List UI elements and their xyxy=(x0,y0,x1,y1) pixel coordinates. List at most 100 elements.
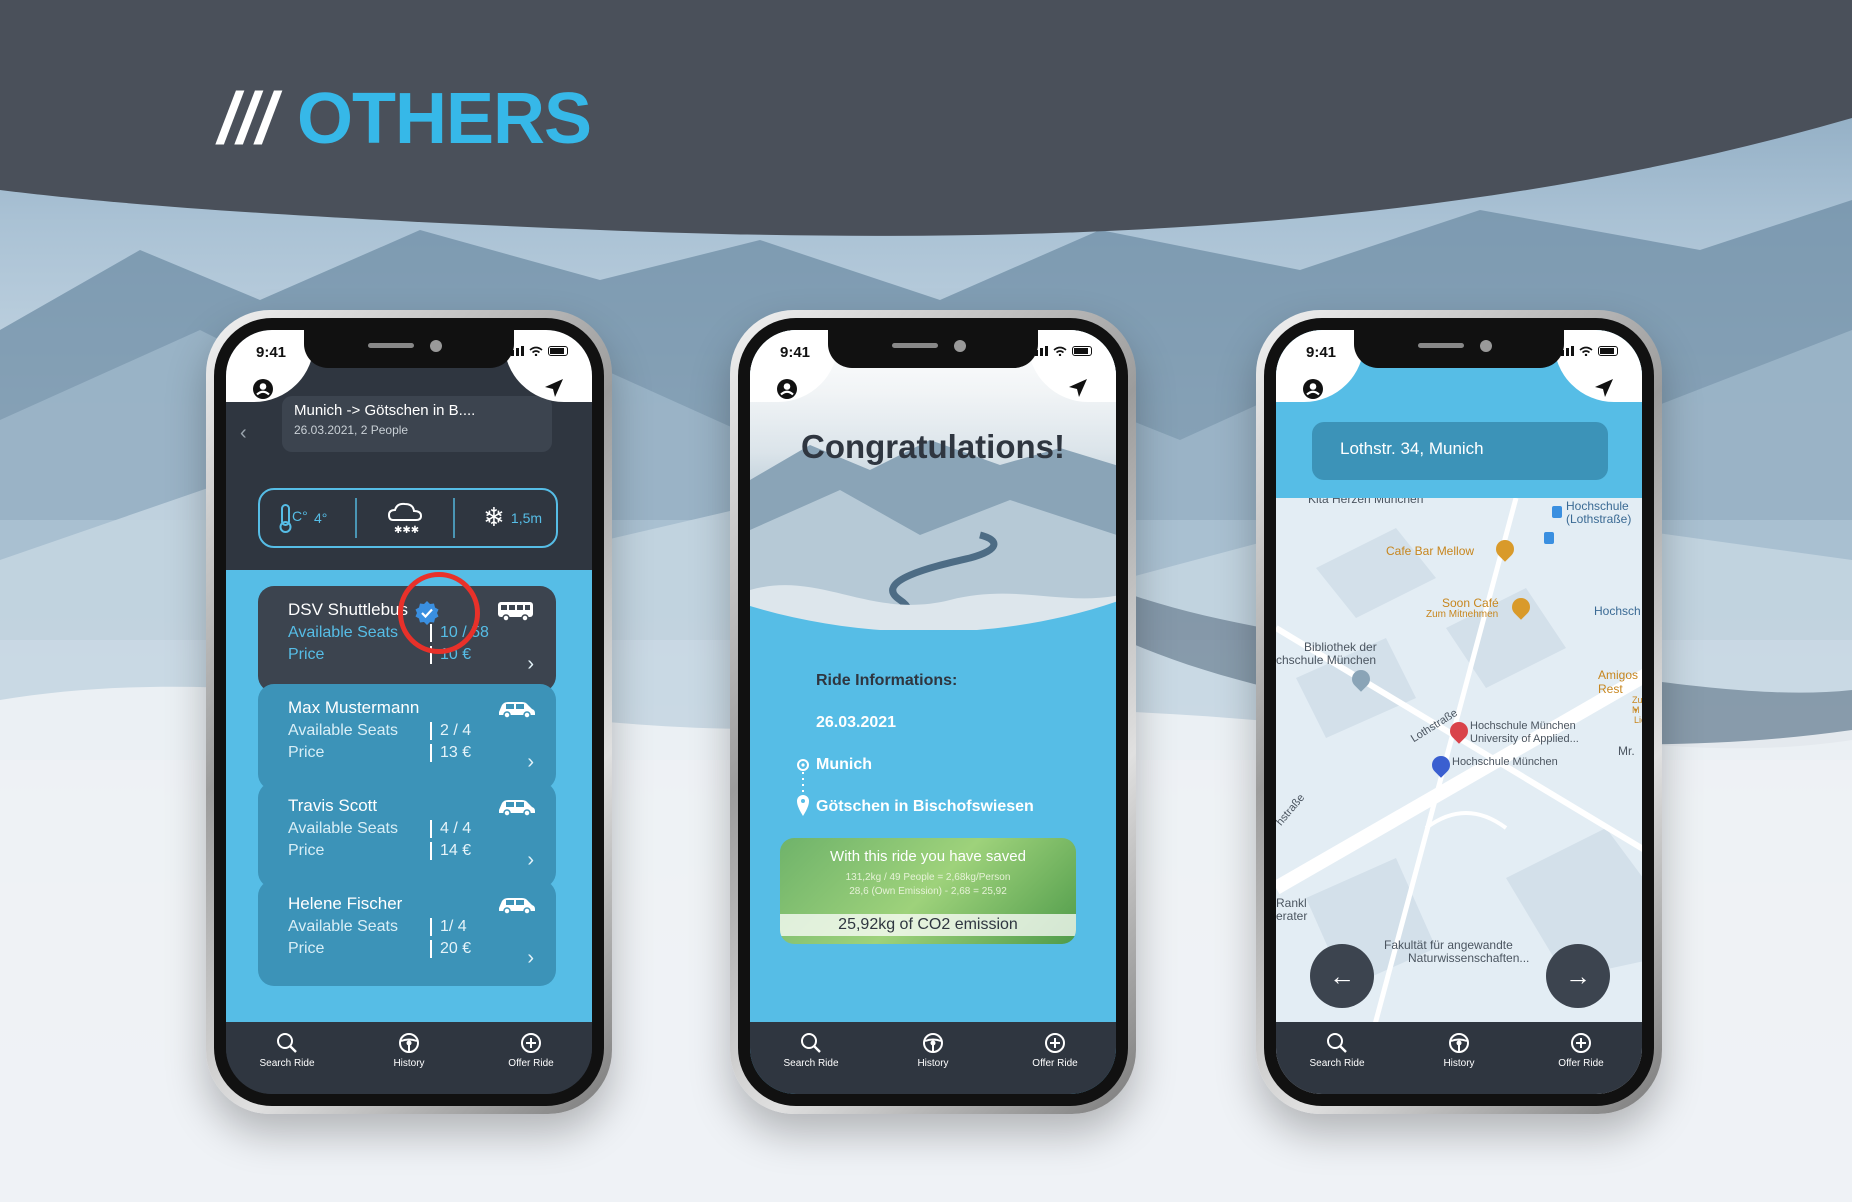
temperature-cell: C° 4° xyxy=(274,501,327,535)
user-icon[interactable] xyxy=(252,378,274,400)
route-title: Munich -> Götschen in B.... xyxy=(294,402,476,419)
status-time: 9:41 xyxy=(780,344,811,361)
map-label: Cafe Bar Mellow xyxy=(1386,544,1475,558)
tab-offer-ride[interactable]: Offer Ride xyxy=(486,1032,576,1069)
user-icon[interactable] xyxy=(1302,378,1324,400)
car-icon xyxy=(499,800,535,817)
search-icon xyxy=(1327,1033,1347,1053)
seats-value: 1/ 4 xyxy=(430,918,467,936)
navigation-arrow-icon[interactable] xyxy=(1068,378,1088,398)
ride-date: 26.03.2021 xyxy=(816,714,897,731)
tab-label: History xyxy=(1443,1058,1475,1069)
ride-card[interactable]: Travis Scott Available Seats 4 / 4 Price 1… xyxy=(258,782,556,888)
tab-search-ride[interactable]: Search Ride xyxy=(766,1032,856,1069)
tab-label: History xyxy=(393,1058,425,1069)
chevron-right-icon: › xyxy=(527,947,534,969)
tab-label: Offer Ride xyxy=(508,1058,554,1069)
notch xyxy=(828,330,1038,368)
wifi-icon xyxy=(1579,346,1593,356)
arrow-right-icon: → xyxy=(1565,960,1591,991)
ride-card[interactable]: DSV Shuttlebus Available Seats 10 / 58 Pr… xyxy=(258,572,556,692)
arrow-left-icon: ← xyxy=(1329,960,1355,991)
tab-label: Search Ride xyxy=(783,1058,839,1069)
tab-search-ride[interactable]: Search Ride xyxy=(1292,1032,1382,1069)
status-icons xyxy=(1556,346,1618,356)
status-icons xyxy=(506,346,568,356)
car-icon xyxy=(499,702,535,719)
snow-depth-cell: ❄ 1,5m xyxy=(483,503,542,533)
bus-icon xyxy=(498,602,533,622)
notch xyxy=(1354,330,1564,368)
steering-wheel-icon xyxy=(923,1033,943,1053)
price-value: 14 € xyxy=(430,842,471,860)
search-icon xyxy=(277,1033,297,1053)
plus-circle-icon xyxy=(1045,1033,1065,1053)
battery-icon xyxy=(548,346,568,356)
tab-label: Offer Ride xyxy=(1032,1058,1078,1069)
map-label: Naturwissenschaften... xyxy=(1408,951,1530,965)
tab-history[interactable]: History xyxy=(1414,1032,1504,1069)
steering-wheel-icon xyxy=(399,1033,419,1053)
ride-destination: Götschen in Bischofswiesen xyxy=(816,798,1034,815)
temperature-value: 4° xyxy=(313,510,328,526)
navigation-arrow-icon[interactable] xyxy=(1594,378,1614,398)
chevron-right-icon: › xyxy=(527,653,534,675)
phone-ride-list: 9:41 ‹ Munich -> Götschen in B.... 26.03… xyxy=(206,310,612,1114)
condition-cell: ✱✱✱ xyxy=(385,500,425,536)
snow-depth-value: 1,5m xyxy=(510,510,543,526)
wifi-icon xyxy=(1053,346,1067,356)
next-button[interactable]: → xyxy=(1546,944,1610,1008)
address-field[interactable]: Lothstr. 34, Munich xyxy=(1312,422,1608,480)
driver-name: Helene Fischer xyxy=(288,894,403,913)
price-label: Price xyxy=(288,842,325,859)
tab-bar: Search Ride History Offer Ride xyxy=(750,1022,1116,1094)
route-summary[interactable]: Munich -> Götschen in B.... 26.03.2021, … xyxy=(282,396,552,452)
driver-name: Travis Scott xyxy=(288,796,378,815)
chevron-right-icon: › xyxy=(527,751,534,773)
map-label: Kita Herzen München xyxy=(1308,498,1424,506)
chevron-right-icon: › xyxy=(527,849,534,871)
price-value: 13 € xyxy=(430,744,471,762)
ride-card[interactable]: Helene Fischer Available Seats 1/ 4 Price… xyxy=(258,880,556,986)
map-label: Hochsch xyxy=(1594,604,1641,618)
map-label: Amigos Rest xyxy=(1598,668,1639,696)
tab-label: Offer Ride xyxy=(1558,1058,1604,1069)
notch xyxy=(304,330,514,368)
panel-curve xyxy=(750,601,1116,656)
ride-card[interactable]: Max Mustermann Available Seats 2 / 4 Pric… xyxy=(258,684,556,790)
car-icon xyxy=(499,898,535,915)
map-label: Zum Mitnehmen xyxy=(1426,609,1499,620)
steering-wheel-icon xyxy=(1449,1033,1469,1053)
savings-result: 25,92kg of CO2 emission xyxy=(780,914,1076,936)
map-label: chschule München xyxy=(1276,653,1377,667)
tab-history[interactable]: History xyxy=(888,1032,978,1069)
savings-calc-line: 131,2kg / 49 People = 2,68kg/Person xyxy=(845,872,1011,883)
seats-value: 2 / 4 xyxy=(430,722,471,740)
map-label: Hochschule München xyxy=(1470,720,1576,732)
tab-label: Search Ride xyxy=(1309,1058,1365,1069)
tab-offer-ride[interactable]: Offer Ride xyxy=(1010,1032,1100,1069)
tab-history[interactable]: History xyxy=(364,1032,454,1069)
tab-offer-ride[interactable]: Offer Ride xyxy=(1536,1032,1626,1069)
driver-name: Max Mustermann xyxy=(288,698,420,717)
savings-headline: With this ride you have saved xyxy=(830,848,1026,865)
map-label: erater xyxy=(1276,909,1308,923)
user-icon[interactable] xyxy=(776,378,798,400)
map-view[interactable]: Kita Herzen München Hochschule (Lothstra… xyxy=(1276,498,1642,1022)
status-time: 9:41 xyxy=(1306,344,1337,361)
ride-info-heading: Ride Informations: xyxy=(816,672,958,689)
search-icon xyxy=(801,1033,821,1053)
seats-label: Available Seats xyxy=(288,918,398,935)
navigation-arrow-icon[interactable] xyxy=(544,378,564,398)
back-chevron-icon[interactable]: ‹ xyxy=(240,422,247,445)
map-label: Hochschule München xyxy=(1452,756,1558,768)
price-label: Price xyxy=(288,646,325,663)
status-icons xyxy=(1030,346,1092,356)
phone-map-view: Kita Herzen München Hochschule (Lothstra… xyxy=(1256,310,1662,1114)
map-label: Hochschule (Lothstraße) xyxy=(1566,499,1632,526)
phone-ride-confirmation: 9:41 Congratulations! Ride Informations:… xyxy=(730,310,1136,1114)
map-label: • Lie xyxy=(1634,705,1642,725)
prev-button[interactable]: ← xyxy=(1310,944,1374,1008)
tab-label: History xyxy=(917,1058,949,1069)
tab-search-ride[interactable]: Search Ride xyxy=(242,1032,332,1069)
